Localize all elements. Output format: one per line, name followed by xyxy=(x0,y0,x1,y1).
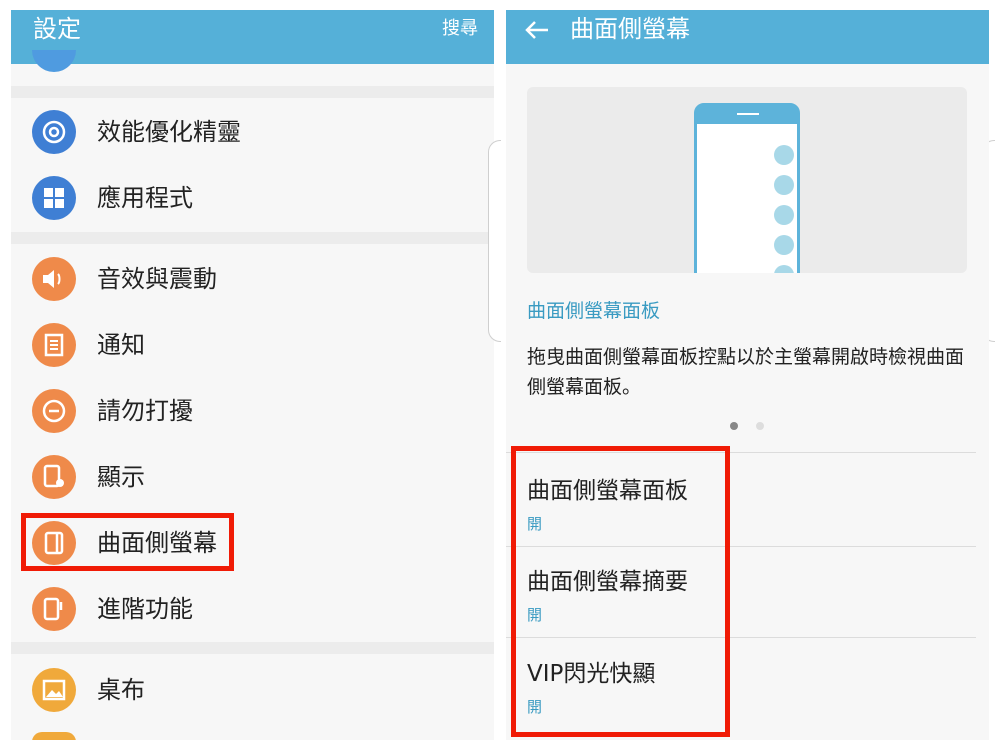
section-divider xyxy=(11,642,494,654)
page-indicator xyxy=(756,422,764,430)
settings-item-label: 進階功能 xyxy=(97,595,193,623)
partial-item-icon xyxy=(32,732,76,740)
settings-item-do-not-disturb[interactable]: 請勿打擾 xyxy=(11,378,494,444)
description-text: 拖曳曲面側螢幕面板控點以於主螢幕開啟時檢視曲面側螢幕面板。 xyxy=(527,346,965,398)
section-title: 曲面側螢幕面板 xyxy=(527,300,661,322)
device-edge xyxy=(488,140,501,342)
notification-icon xyxy=(32,323,76,367)
settings-item-wallpaper[interactable]: 桌布 xyxy=(11,657,494,723)
back-arrow-icon[interactable] xyxy=(524,10,550,56)
settings-item-label: 應用程式 xyxy=(97,184,193,212)
settings-item-display[interactable]: 顯示 xyxy=(11,444,494,510)
settings-item-label: 桌布 xyxy=(97,676,145,704)
sound-icon xyxy=(32,257,76,301)
settings-item-label: 請勿打擾 xyxy=(97,397,193,425)
settings-screen: 設定 搜尋 效能優化精靈 應用程式 音效與震動 通知 請勿打擾 顯示 曲面側螢幕… xyxy=(11,10,494,740)
advanced-features-icon xyxy=(32,587,76,631)
page-title: 曲面側螢幕 xyxy=(570,15,690,43)
settings-item-label: 音效與震動 xyxy=(97,265,217,293)
settings-item-advanced-features[interactable]: 進階功能 xyxy=(11,576,494,642)
section-divider xyxy=(11,232,494,244)
section-divider xyxy=(11,86,494,98)
settings-item-sound[interactable]: 音效與震動 xyxy=(11,246,494,312)
display-icon xyxy=(32,455,76,499)
settings-item-notification[interactable]: 通知 xyxy=(11,312,494,378)
settings-item-apps[interactable]: 應用程式 xyxy=(11,165,494,231)
settings-item-label: 顯示 xyxy=(97,463,145,491)
partial-item-icon xyxy=(32,50,76,72)
settings-item-label: 效能優化精靈 xyxy=(97,118,241,146)
page-indicator-active xyxy=(730,422,738,430)
search-button[interactable]: 搜尋 xyxy=(442,10,478,56)
settings-app-bar: 設定 搜尋 xyxy=(11,10,494,64)
phone-illustration xyxy=(694,103,800,273)
performance-icon xyxy=(32,110,76,154)
highlight-box xyxy=(511,446,730,737)
settings-item-performance[interactable]: 效能優化精靈 xyxy=(11,99,494,165)
edge-screen-app-bar: 曲面側螢幕 xyxy=(506,10,989,64)
highlight-box xyxy=(21,513,234,571)
wallpaper-icon xyxy=(32,668,76,712)
edge-panel-illustration xyxy=(527,87,967,273)
do-not-disturb-icon xyxy=(32,389,76,433)
settings-item-label: 通知 xyxy=(97,331,145,359)
apps-icon xyxy=(32,176,76,220)
